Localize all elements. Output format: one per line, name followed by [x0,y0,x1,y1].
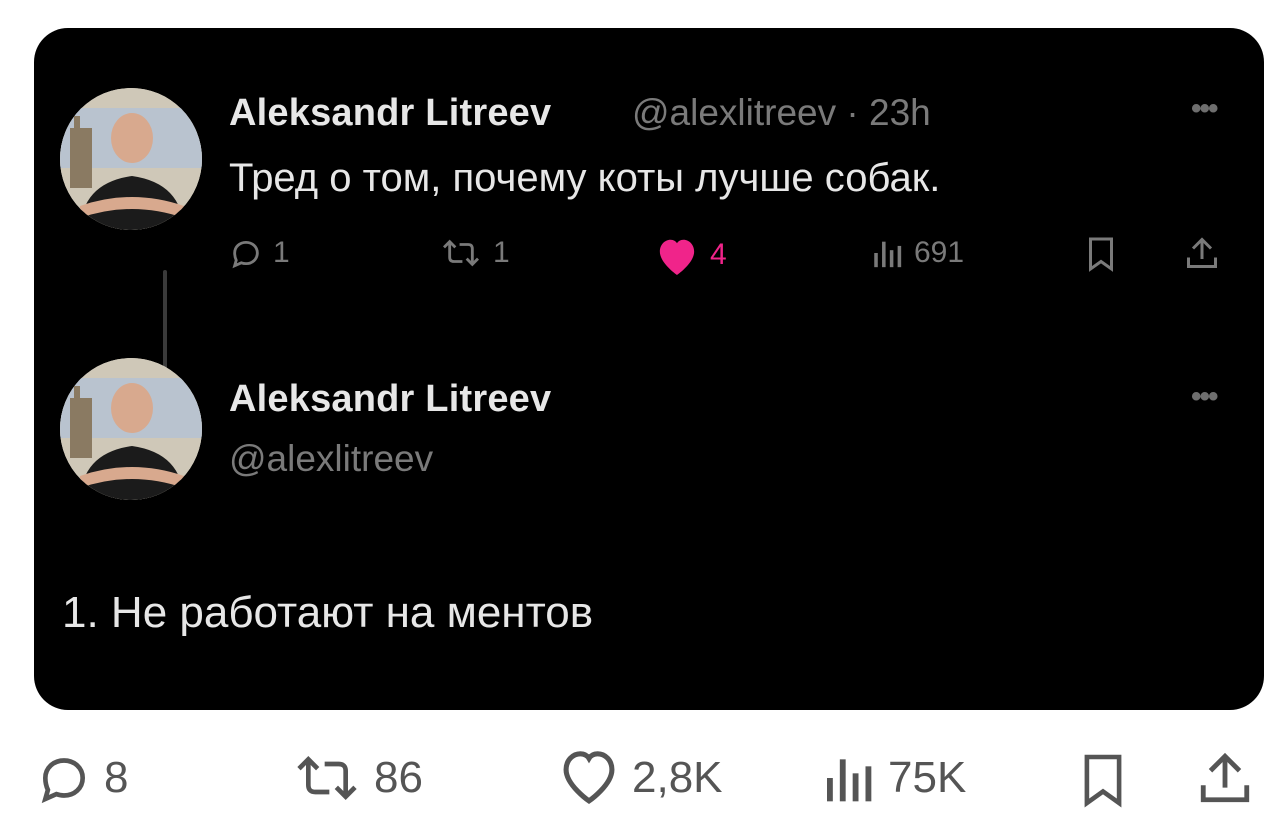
views-icon [874,241,902,268]
retweet-button[interactable]: 86 [292,750,423,806]
display-name[interactable]: Aleksandr Litreev [229,92,551,135]
reply-count: 8 [104,753,129,802]
reply-button[interactable]: 1 [229,236,290,270]
views-button[interactable]: 691 [870,236,964,270]
retweet-button[interactable]: 1 [439,236,510,270]
share-button[interactable] [1196,748,1254,808]
share-icon [1187,237,1217,268]
tweet-text: 1. Не работают на ментов [62,588,594,637]
reply-icon [232,240,259,269]
avatar[interactable] [60,358,202,500]
reply-button[interactable]: 8 [36,750,128,806]
heart-icon [659,239,695,275]
avatar[interactable] [60,88,202,230]
retweet-count: 86 [374,753,423,802]
tweet-text: Тред о том, почему коты лучше собак. [229,156,941,200]
more-icon[interactable]: ••• [1191,92,1218,126]
quoted-tweet-card[interactable]: Aleksandr Litreev @alexlitreev · 23h •••… [34,28,1264,710]
retweet-count: 1 [493,236,510,269]
like-button[interactable]: 2,8K [558,750,723,806]
share-button[interactable] [1184,234,1220,272]
views-icon [827,759,872,802]
reply-icon [41,758,86,804]
views-count: 691 [914,236,965,269]
bookmark-icon [1089,237,1113,272]
like-button[interactable]: 4 [654,235,727,275]
display-name[interactable]: Aleksandr Litreev [229,378,551,421]
like-count: 2,8K [632,753,723,802]
share-icon [1200,752,1250,803]
thread-connector [163,270,167,372]
bookmark-button[interactable] [1080,752,1126,808]
more-icon[interactable]: ••• [1191,380,1218,414]
bookmark-button[interactable] [1086,236,1116,272]
views-count: 75K [888,753,967,802]
retweet-icon [297,756,357,800]
heart-icon [563,751,615,805]
retweet-icon [442,239,480,267]
handle-and-time[interactable]: @alexlitreev · 23h [632,92,931,134]
reply-count: 1 [273,236,290,269]
views-button[interactable]: 75K [820,750,966,806]
handle[interactable]: @alexlitreev [229,438,433,480]
like-count: 4 [710,238,727,271]
bookmark-icon [1084,754,1122,808]
